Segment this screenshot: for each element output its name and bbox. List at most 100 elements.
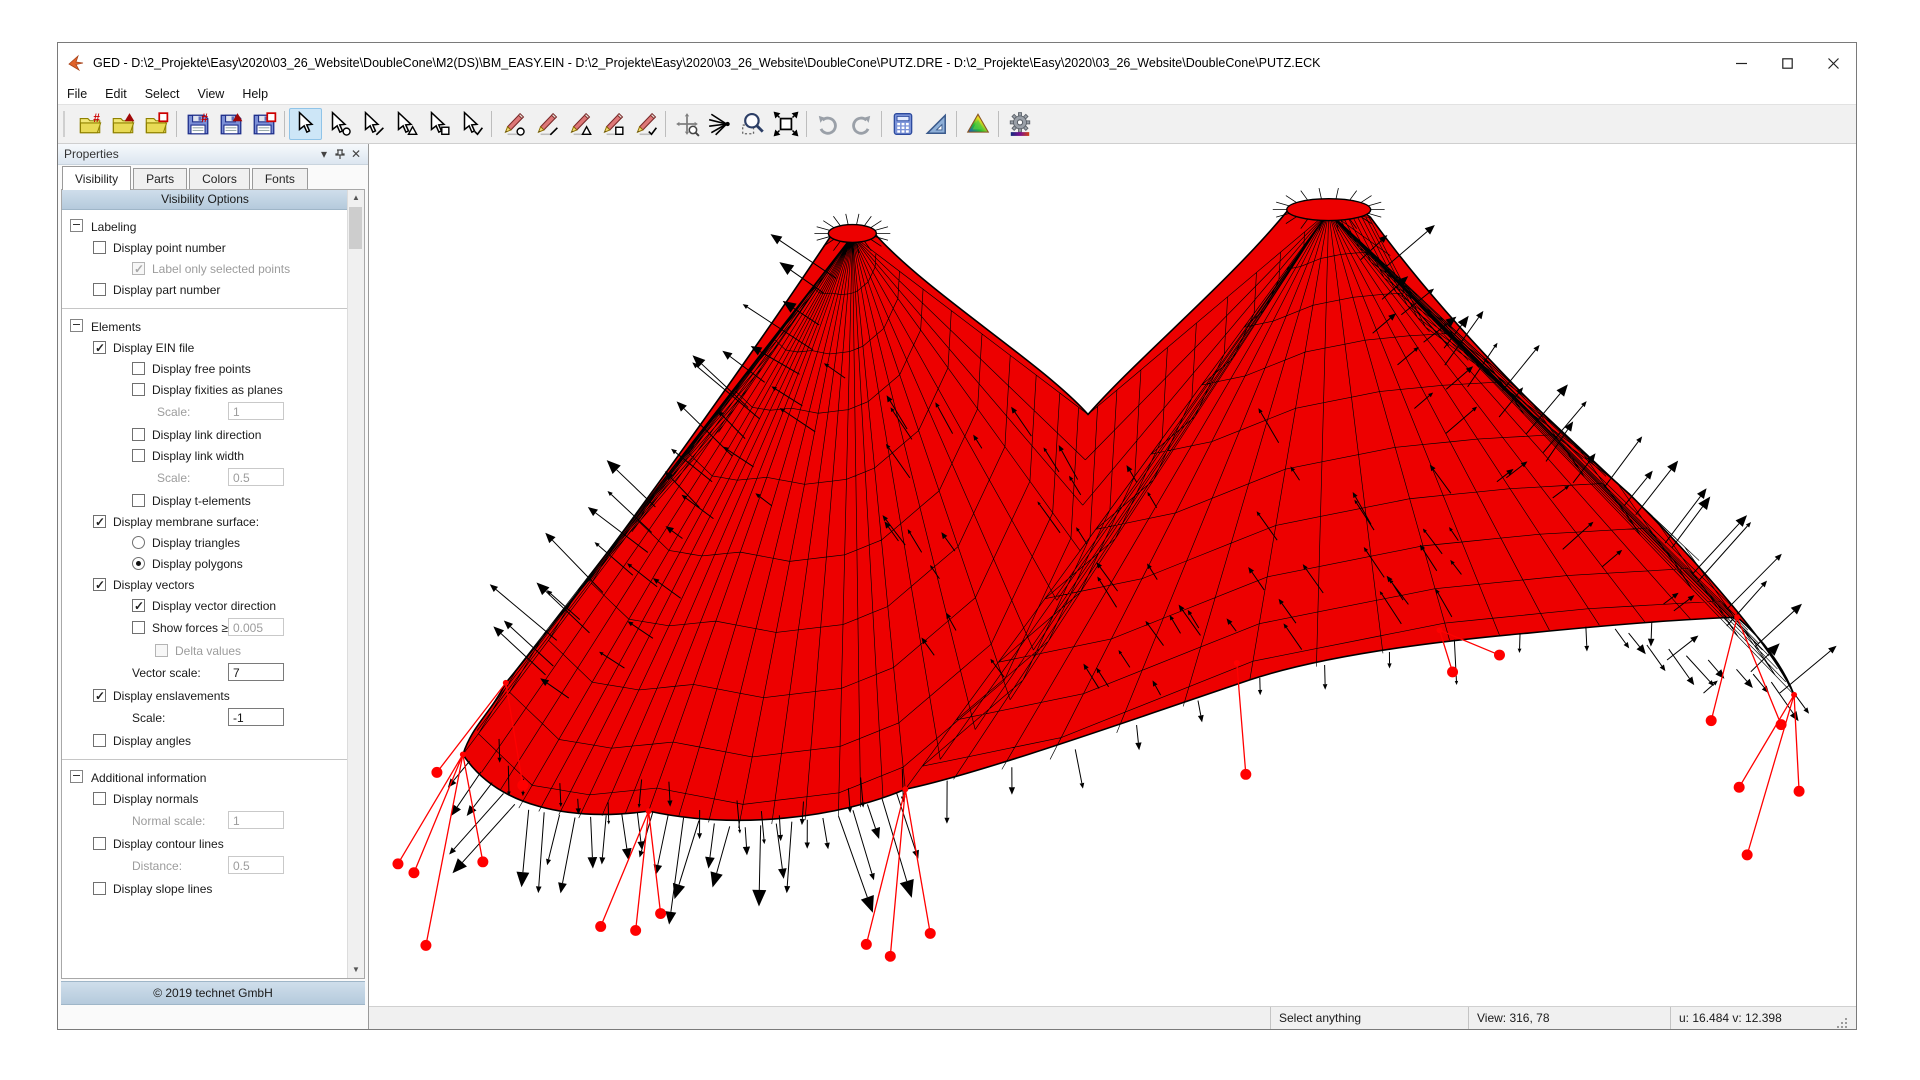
- checkbox-display-part-number[interactable]: [93, 283, 106, 296]
- section-additional-information[interactable]: Additional information: [62, 767, 348, 789]
- panel-scrollbar[interactable]: ▲ ▼: [347, 190, 364, 978]
- scroll-up-icon[interactable]: ▲: [348, 190, 364, 206]
- select-edges-tool[interactable]: [454, 108, 487, 140]
- menu-view[interactable]: View: [188, 85, 233, 103]
- enslavement-point[interactable]: [392, 858, 403, 869]
- enslavement-point[interactable]: [595, 921, 606, 932]
- enslavement-anchor[interactable]: [646, 808, 652, 814]
- checkbox-display-enslavements[interactable]: ✓: [93, 689, 106, 702]
- save-file-square-button[interactable]: [247, 108, 280, 140]
- menu-help[interactable]: Help: [233, 85, 277, 103]
- enslavement-point[interactable]: [655, 908, 666, 919]
- draw-squares-tool[interactable]: [595, 108, 628, 140]
- select-anything-tool[interactable]: [289, 108, 322, 140]
- checkbox-display-ein-file[interactable]: ✓: [93, 341, 106, 354]
- section-elements[interactable]: Elements: [62, 316, 348, 338]
- enslavement-anchor[interactable]: [1791, 692, 1797, 698]
- enslavement-point[interactable]: [1734, 782, 1745, 793]
- scroll-thumb[interactable]: [349, 207, 362, 249]
- enslavement-anchor[interactable]: [460, 751, 466, 757]
- enslavement-point[interactable]: [420, 940, 431, 951]
- undo-button[interactable]: [811, 108, 844, 140]
- open-file-triangle-button[interactable]: [106, 108, 139, 140]
- checkbox-display-point-number[interactable]: [93, 241, 106, 254]
- checkbox-display-vectors[interactable]: ✓: [93, 578, 106, 591]
- membrane-scene[interactable]: [369, 144, 1856, 1006]
- open-file-hash-button[interactable]: #: [73, 108, 106, 140]
- save-file-hash-button[interactable]: #: [181, 108, 214, 140]
- enslavement-anchor[interactable]: [1734, 614, 1740, 620]
- panel-close-icon[interactable]: ✕: [348, 147, 364, 161]
- enslavement-point[interactable]: [408, 867, 419, 878]
- enslavement-point[interactable]: [630, 925, 641, 936]
- drawing-canvas[interactable]: [369, 144, 1856, 1006]
- input-scale[interactable]: -1: [228, 708, 284, 726]
- enslavement-point[interactable]: [1794, 786, 1805, 797]
- enslavement-point[interactable]: [1776, 719, 1787, 730]
- input-distance[interactable]: 0.5: [228, 856, 284, 874]
- zoom-fit-tool[interactable]: [769, 108, 802, 140]
- checkbox-display-normals[interactable]: [93, 792, 106, 805]
- zoom-point-tool[interactable]: [703, 108, 736, 140]
- checkbox-display-t-elements[interactable]: [132, 494, 145, 507]
- maximize-button[interactable]: [1764, 43, 1810, 83]
- collapse-icon[interactable]: [70, 319, 83, 332]
- checkbox-display-free-points[interactable]: [132, 362, 145, 375]
- calculate-button[interactable]: [886, 108, 919, 140]
- enslavement-anchor[interactable]: [1234, 660, 1240, 666]
- radio-display-polygons[interactable]: [132, 557, 145, 570]
- membrane-surface[interactable]: [463, 206, 1794, 820]
- panel-dropdown-icon[interactable]: ▾: [316, 147, 332, 161]
- draw-points-tool[interactable]: [496, 108, 529, 140]
- tab-fonts[interactable]: Fonts: [252, 168, 308, 190]
- checkbox-show-forces[interactable]: [132, 621, 145, 634]
- checkbox-display-membrane-surface[interactable]: ✓: [93, 515, 106, 528]
- enslavement-anchor[interactable]: [503, 680, 509, 686]
- input-show-forces[interactable]: 0.005: [228, 618, 284, 636]
- enslavement-point[interactable]: [477, 856, 488, 867]
- checkbox-display-link-direction[interactable]: [132, 428, 145, 441]
- input-normal-scale[interactable]: 1: [228, 811, 284, 829]
- enslavement-point[interactable]: [861, 939, 872, 950]
- redo-button[interactable]: [844, 108, 877, 140]
- scroll-down-icon[interactable]: ▼: [348, 962, 364, 978]
- collapse-icon[interactable]: [70, 219, 83, 232]
- enslavement-anchor[interactable]: [1437, 627, 1443, 633]
- menu-select[interactable]: Select: [136, 85, 189, 103]
- measure-button[interactable]: [919, 108, 952, 140]
- draw-triangles-tool[interactable]: [562, 108, 595, 140]
- checkbox-display-fixities-as-planes[interactable]: [132, 383, 145, 396]
- section-labeling[interactable]: Labeling: [62, 216, 348, 238]
- input-scale[interactable]: 0.5: [228, 468, 284, 486]
- collapse-icon[interactable]: [70, 770, 83, 783]
- enslavement-point[interactable]: [1706, 715, 1717, 726]
- save-file-triangle-button[interactable]: [214, 108, 247, 140]
- orbit-pan-tool[interactable]: [670, 108, 703, 140]
- enslavement-point[interactable]: [885, 951, 896, 962]
- minimize-button[interactable]: [1718, 43, 1764, 83]
- draw-edges-tool[interactable]: [628, 108, 661, 140]
- menu-file[interactable]: File: [58, 85, 96, 103]
- resize-grip-icon[interactable]: [1836, 1017, 1848, 1029]
- radio-display-triangles[interactable]: [132, 536, 145, 549]
- input-scale[interactable]: 1: [228, 402, 284, 420]
- tab-visibility[interactable]: Visibility: [62, 166, 131, 190]
- open-file-square-button[interactable]: [139, 108, 172, 140]
- select-links-tool[interactable]: [355, 108, 388, 140]
- enslavement-point[interactable]: [1494, 650, 1505, 661]
- checkbox-display-slope-lines[interactable]: [93, 882, 106, 895]
- checkbox-display-vector-direction[interactable]: ✓: [132, 599, 145, 612]
- draw-links-tool[interactable]: [529, 108, 562, 140]
- enslavement-point[interactable]: [1240, 769, 1251, 780]
- fem-view-button[interactable]: [961, 108, 994, 140]
- checkbox-display-link-width[interactable]: [132, 449, 145, 462]
- checkbox-display-contour-lines[interactable]: [93, 837, 106, 850]
- tab-parts[interactable]: Parts: [133, 168, 187, 190]
- close-button[interactable]: [1810, 43, 1856, 83]
- select-triangles-tool[interactable]: [388, 108, 421, 140]
- checkbox-display-angles[interactable]: [93, 734, 106, 747]
- tab-colors[interactable]: Colors: [189, 168, 250, 190]
- select-squares-tool[interactable]: [421, 108, 454, 140]
- panel-pin-icon[interactable]: [332, 147, 348, 161]
- menu-edit[interactable]: Edit: [96, 85, 136, 103]
